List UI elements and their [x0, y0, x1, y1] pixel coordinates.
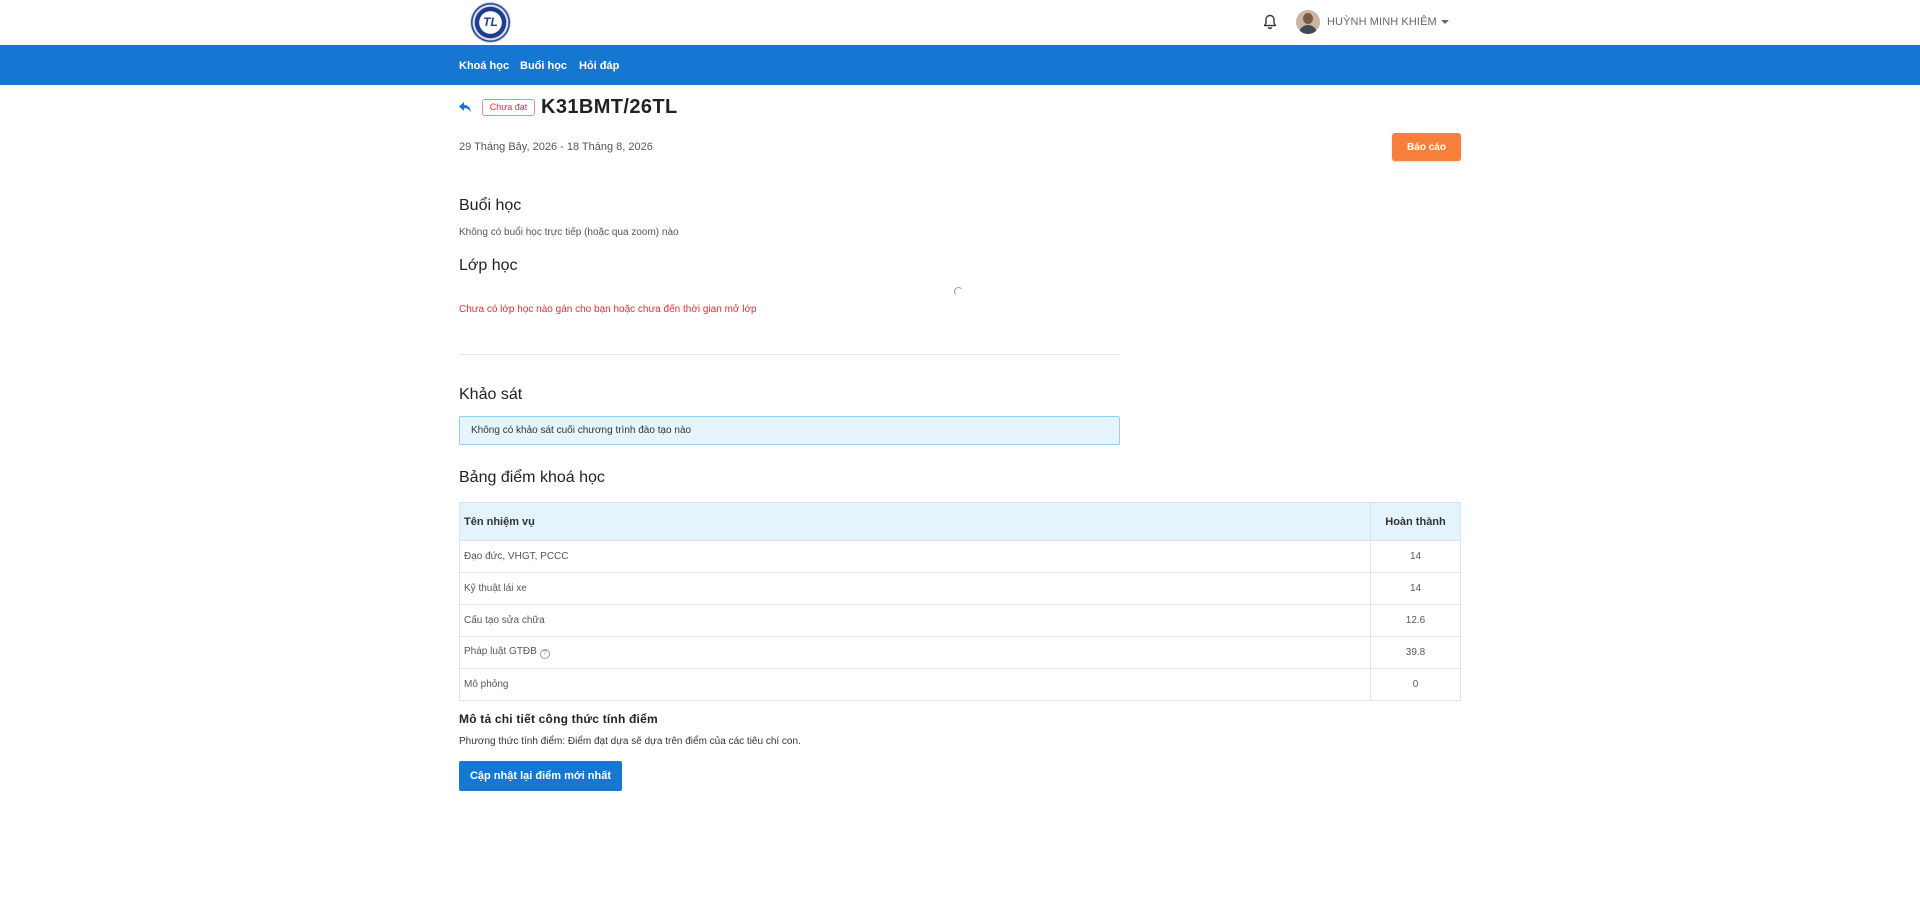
task-score: 14	[1370, 572, 1461, 605]
logo-mark: TL	[483, 15, 498, 29]
main-nav: Khoá học Buổi học Hỏi đáp	[0, 45, 1920, 85]
update-scores-button[interactable]: Cập nhật lại điểm mới nhất	[459, 761, 622, 791]
avatar	[1296, 10, 1320, 34]
table-row: Mô phỏng 0	[459, 668, 1461, 701]
task-name: Đạo đức, VHGT, PCCC	[459, 540, 1371, 573]
task-name-cell: Pháp luật GTĐB?	[459, 636, 1371, 669]
section-divider	[459, 354, 1120, 355]
table-row: Đạo đức, VHGT, PCCC 14	[459, 540, 1461, 573]
classes-warning-text: Chưa có lớp học nào gán cho bạn hoặc chư…	[459, 304, 757, 315]
task-score: 12.6	[1370, 604, 1461, 637]
scoreboard-heading: Bảng điểm khoá học	[459, 469, 605, 486]
task-score: 14	[1370, 540, 1461, 573]
back-icon[interactable]	[458, 101, 472, 113]
classes-heading: Lớp học	[459, 257, 518, 274]
task-score: 39.8	[1370, 636, 1461, 669]
loading-spinner-icon	[954, 287, 963, 296]
nav-item-qa[interactable]: Hỏi đáp	[579, 60, 619, 72]
table-row: Pháp luật GTĐB? 39.8	[459, 636, 1461, 669]
report-button[interactable]: Báo cáo	[1392, 133, 1461, 161]
task-score: 0	[1370, 668, 1461, 701]
column-header-task: Tên nhiệm vụ	[459, 502, 1371, 541]
formula-text: Phương thức tính điểm: Điểm đạt dựa sẽ d…	[459, 736, 801, 747]
formula-heading: Mô tả chi tiết công thức tính điểm	[459, 712, 658, 726]
user-menu[interactable]: HUỲNH MINH KHIÊM	[1296, 10, 1449, 34]
user-name: HUỲNH MINH KHIÊM	[1327, 16, 1437, 28]
sessions-heading: Buổi học	[459, 197, 522, 214]
help-icon[interactable]: ?	[539, 649, 550, 659]
table-header-row: Tên nhiệm vụ Hoàn thành	[459, 502, 1461, 541]
status-badge: Chưa đạt	[482, 99, 535, 116]
task-name: Pháp luật GTĐB	[464, 646, 537, 657]
logo[interactable]: TL	[471, 3, 510, 42]
top-bar: TL HUỲNH MINH KHIÊM	[0, 0, 1920, 45]
task-name: Kỹ thuật lái xe	[459, 572, 1371, 605]
task-name: Mô phỏng	[459, 668, 1371, 701]
course-date-range: 29 Tháng Bảy, 2026 - 18 Tháng 8, 2026	[459, 141, 653, 153]
sessions-empty-text: Không có buổi học trực tiếp (hoặc qua zo…	[459, 227, 679, 238]
table-row: Kỹ thuật lái xe 14	[459, 572, 1461, 605]
chevron-down-icon	[1440, 20, 1449, 24]
column-header-completion: Hoàn thành	[1370, 502, 1461, 541]
survey-heading: Khảo sát	[459, 386, 523, 403]
bell-icon[interactable]	[1263, 14, 1277, 30]
survey-info-text: Không có khảo sát cuối chương trình đào …	[471, 425, 692, 436]
score-table: Tên nhiệm vụ Hoàn thành Đạo đức, VHGT, P…	[459, 502, 1461, 701]
table-row: Cấu tạo sửa chữa 12.6	[459, 604, 1461, 637]
page-title: K31BMT/26TL	[541, 96, 678, 118]
task-name: Cấu tạo sửa chữa	[459, 604, 1371, 637]
nav-item-sessions[interactable]: Buổi học	[520, 60, 567, 72]
survey-info-box: Không có khảo sát cuối chương trình đào …	[459, 416, 1120, 445]
nav-item-courses[interactable]: Khoá học	[459, 60, 509, 72]
